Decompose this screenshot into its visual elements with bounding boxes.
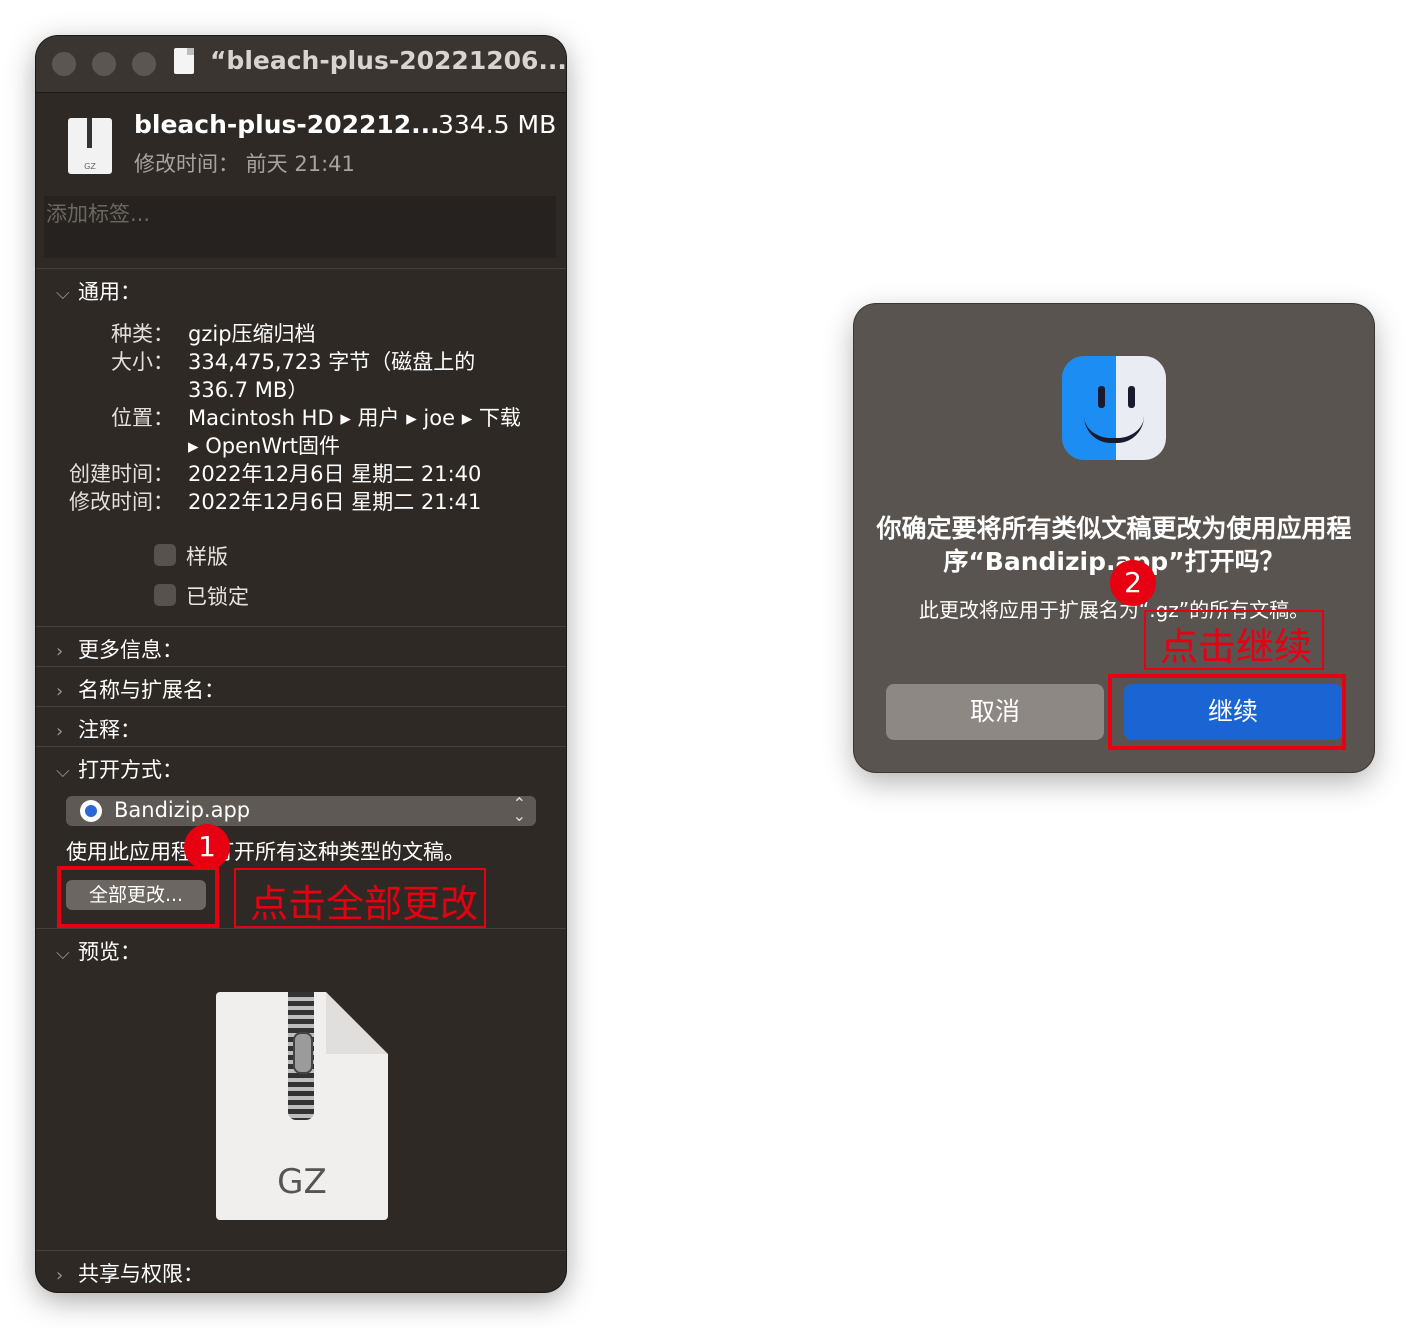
file-size: 334.5 MB bbox=[438, 110, 557, 139]
modified-summary: 修改时间： 前天 21:41 bbox=[134, 152, 355, 176]
section-more-info[interactable]: › 更多信息： bbox=[56, 634, 183, 664]
chevron-down-icon: ⌵ bbox=[56, 943, 70, 964]
chevron-right-icon: › bbox=[56, 641, 64, 662]
selected-app: Bandizip.app bbox=[114, 798, 251, 822]
window-title: “bleach-plus-20221206... bbox=[210, 46, 566, 75]
created-value: 2022年12月6日 星期二 21:40 bbox=[188, 462, 482, 486]
where-label: 位置： bbox=[111, 406, 174, 430]
divider bbox=[36, 706, 566, 707]
section-name-extension-label: 名称与扩展名： bbox=[78, 678, 225, 702]
locked-label: 已锁定 bbox=[186, 585, 249, 609]
bandizip-app-icon bbox=[80, 800, 102, 822]
divider bbox=[36, 666, 566, 667]
updown-chevron-icon: ⌃ ⌄ bbox=[512, 794, 526, 825]
section-general[interactable]: ⌵ 通用： bbox=[56, 276, 141, 306]
tags-input[interactable]: 添加标签... bbox=[44, 196, 556, 258]
document-icon bbox=[174, 48, 194, 74]
size-label: 大小： bbox=[111, 350, 174, 374]
file-icon-ext: GZ bbox=[84, 162, 96, 171]
modified-label: 修改时间： bbox=[69, 490, 174, 514]
close-window-button[interactable] bbox=[52, 52, 76, 76]
archive-file-icon: GZ bbox=[68, 118, 112, 174]
chevron-down-icon: ⌵ bbox=[56, 283, 70, 304]
chevron-right-icon: › bbox=[56, 681, 64, 702]
size-value-cont: 336.7 MB） bbox=[188, 378, 309, 402]
section-general-label: 通用： bbox=[78, 280, 141, 304]
modified-value: 2022年12月6日 星期二 21:41 bbox=[188, 490, 482, 514]
section-preview[interactable]: ⌵ 预览： bbox=[56, 936, 141, 966]
title-bar: “bleach-plus-20221206... bbox=[36, 36, 566, 93]
chevron-right-icon: › bbox=[56, 721, 64, 742]
annotation-text-2: 点击继续 bbox=[1160, 625, 1313, 669]
section-preview-label: 预览： bbox=[78, 940, 141, 964]
where-value-cont: ▸ OpenWrt固件 bbox=[188, 434, 340, 458]
annotation-box-continue bbox=[1108, 674, 1346, 750]
section-comments-label: 注释： bbox=[78, 718, 141, 742]
zoom-window-button[interactable] bbox=[132, 52, 156, 76]
annotation-box-change-all bbox=[57, 866, 219, 928]
tags-placeholder: 添加标签... bbox=[46, 202, 151, 226]
section-sharing-label: 共享与权限： bbox=[78, 1262, 204, 1286]
created-label: 创建时间： bbox=[69, 462, 174, 486]
preview-archive-icon: GZ bbox=[216, 992, 388, 1220]
annotation-text-1: 点击全部更改 bbox=[250, 882, 479, 926]
annotation-step-1: 1 bbox=[184, 824, 230, 870]
file-name: bleach-plus-202212... bbox=[134, 110, 440, 139]
divider bbox=[36, 928, 566, 929]
finder-icon bbox=[1062, 356, 1166, 460]
chevron-right-icon: › bbox=[56, 1265, 64, 1286]
section-more-info-label: 更多信息： bbox=[78, 638, 183, 662]
divider bbox=[36, 268, 566, 269]
where-value: Macintosh HD ▸ 用户 ▸ joe ▸ 下载 bbox=[188, 406, 521, 430]
section-open-with[interactable]: ⌵ 打开方式： bbox=[56, 754, 183, 784]
kind-label: 种类： bbox=[111, 322, 174, 346]
annotation-step-2: 2 bbox=[1110, 560, 1156, 606]
size-value: 334,475,723 字节（磁盘上的 bbox=[188, 350, 476, 374]
chevron-down-icon: ⌵ bbox=[56, 761, 70, 782]
divider bbox=[36, 1250, 566, 1251]
section-name-extension[interactable]: › 名称与扩展名： bbox=[56, 674, 225, 704]
preview-ext: GZ bbox=[277, 1162, 327, 1202]
get-info-window: “bleach-plus-20221206... GZ bleach-plus-… bbox=[36, 36, 566, 1292]
open-with-select[interactable]: Bandizip.app ⌃ ⌄ bbox=[66, 796, 536, 826]
section-comments[interactable]: › 注释： bbox=[56, 714, 141, 744]
kind-value: gzip压缩归档 bbox=[188, 322, 316, 346]
locked-checkbox[interactable] bbox=[154, 584, 176, 606]
section-open-with-label: 打开方式： bbox=[78, 758, 183, 782]
use-app-description: 使用此应用程序打开所有这种类型的文稿。 bbox=[66, 840, 465, 864]
stationery-label: 样版 bbox=[186, 545, 228, 569]
divider bbox=[36, 746, 566, 747]
cancel-button[interactable]: 取消 bbox=[886, 684, 1104, 740]
section-sharing-permissions[interactable]: › 共享与权限： bbox=[56, 1258, 204, 1288]
divider bbox=[36, 626, 566, 627]
minimize-window-button[interactable] bbox=[92, 52, 116, 76]
stationery-checkbox[interactable] bbox=[154, 544, 176, 566]
